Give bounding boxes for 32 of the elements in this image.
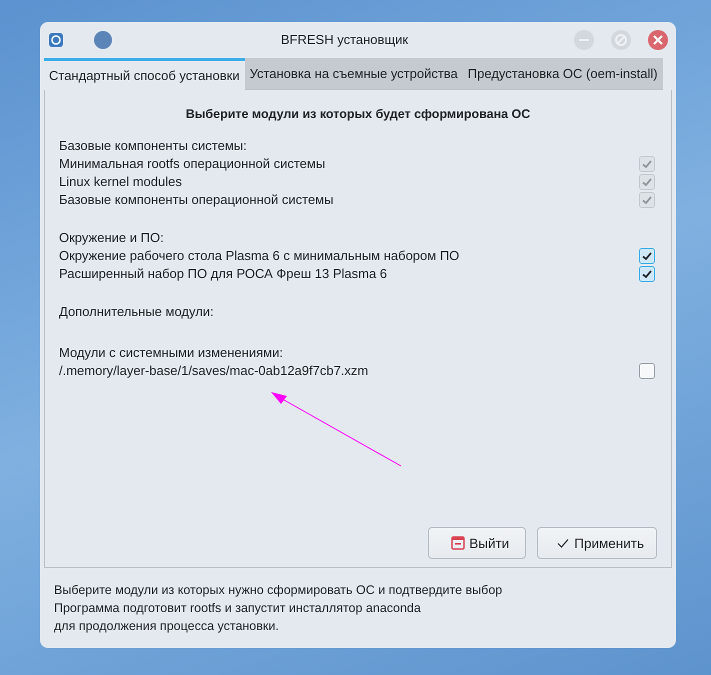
window-title: BFRESH установщик — [280, 32, 410, 48]
group-label: Базовые компоненты системы: — [59, 137, 248, 156]
group-label: Дополнительные модули: — [59, 303, 215, 322]
close-icon[interactable] — [648, 30, 668, 50]
tab[interactable]: Предустановка ОС (oem-install) — [462, 58, 663, 90]
check-icon — [641, 176, 653, 188]
checkbox[interactable] — [639, 363, 655, 380]
apply-button[interactable]: Применить — [537, 527, 657, 559]
checkbox[interactable] — [639, 248, 655, 264]
option-label: Расширенный набор ПО для РОСА Фреш 13 Plasma 6 — [59, 265, 388, 284]
tab[interactable]: Установка на съемные устройства — [244, 58, 463, 90]
option-label: /.memory/layer-base/1/saves/mac-0ab12a9f7cb7.xzm — [59, 362, 368, 380]
section-heading: Выберите модули из которых будет сформирована ОС — [184, 107, 532, 122]
hint-text: Программа подготовит rootfs и запустит инсталлятор anaconda — [54, 600, 422, 617]
check-icon — [641, 194, 653, 206]
option-label: Linux kernel modules — [59, 173, 182, 192]
check-icon — [641, 250, 653, 262]
hint-text: Выберите модули из которых нужно сформировать ОС и подтвердите выбор — [54, 582, 504, 599]
group-label: Окружение и ПО: — [59, 229, 165, 248]
app-icon[interactable] — [48, 32, 64, 48]
check-icon — [641, 158, 653, 170]
quit-button[interactable]: Выйти — [428, 527, 526, 559]
minimize-icon[interactable] — [574, 30, 594, 50]
hint-text: для продолжения процесса установки. — [54, 618, 280, 635]
group-label: Модули с системными изменениями: — [59, 344, 284, 362]
option-label: Окружение рабочего стола Plasma 6 с минимальным набором ПО — [59, 247, 460, 266]
option-label: Базовые компоненты операционной системы — [59, 191, 334, 210]
maximize-icon[interactable] — [611, 30, 631, 50]
check-icon — [641, 268, 653, 280]
option-label: Минимальная rootfs операционной системы — [59, 155, 326, 174]
exit-icon — [451, 536, 466, 550]
checkbox[interactable] — [639, 266, 655, 282]
